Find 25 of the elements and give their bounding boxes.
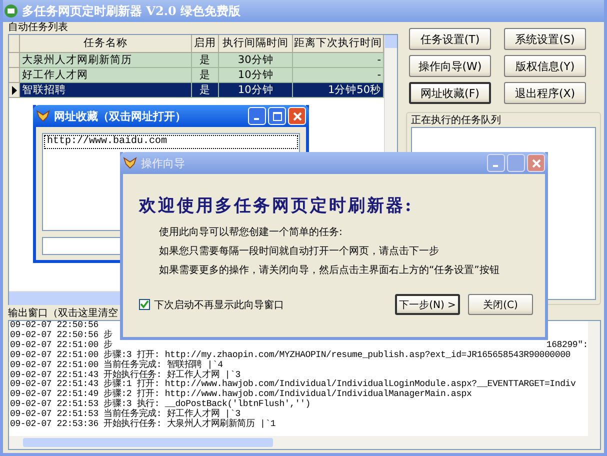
wizard-heading: 欢迎使用多任务网页定时刷新器:: [139, 195, 414, 217]
log-line: 09-02-07 22:51:00 步: [10, 340, 112, 350]
window-title: 多任务网页定时刷新器 V2.0 绿色免费版: [22, 2, 241, 20]
log-line: 09-02-07 22:51:53 当前任务完成: 好工作人才网 |`3: [10, 410, 240, 420]
log-line: 168299":: [546, 340, 588, 350]
log-line: 09-02-07 22:53:36 开始执行任务: 大泉州人才网刷新简历 |`1: [10, 420, 276, 430]
instruction-text: 使用此向导可以帮您创建一个简单的任务:: [159, 227, 344, 239]
log-line: 09-02-07 22:51:49 步骤:2 打开: http://www.hawjob.com/Individual/IndividualManagerMain.aspx: [10, 390, 472, 400]
window-title: 操作向导: [141, 156, 186, 170]
checkbox-label: 下次启动不再显示此向导窗口: [154, 298, 284, 312]
group-label: 自动任务列表: [8, 22, 69, 34]
log-line: 09-02-07 22:50:56 步: [10, 330, 112, 340]
log-line: 09-02-07 22:51:53 步骤:3 执行: __doPostBack('lbtnFlush',''): [10, 400, 310, 410]
window-title: 网址收藏（双击网址打开）: [54, 108, 187, 124]
log-line: 09-02-07 22:51:00 当前任务完成: 智联招聘 |`4: [10, 360, 223, 370]
instruction-text: 如果您只需要每隔一段时间就自动打开一个网页，请点击下一步: [159, 246, 440, 258]
instruction-text: 如果需要更多的操作，请关闭向导，然后点击主界面右上方的“任务设置”按钮: [159, 265, 500, 277]
log-line: 09-02-07 22:51:43 步骤:1 打开: http://www.hawjob.com/Individual/IndividualLoginModule.aspx?__EVENTTARGET=Indiv: [10, 380, 576, 390]
table-cell: 10分钟: [218, 83, 294, 98]
log-line: 09-02-07 22:50:56: [10, 321, 98, 331]
table-cell: 是: [192, 83, 219, 98]
log-line: 09-02-07 22:51:43 开始执行任务: 好工作人才网 |`3: [10, 370, 240, 380]
group-label: 正在执行的任务队列: [411, 115, 502, 127]
table-cell: 智联招聘: [20, 83, 192, 98]
log-line: 09-02-07 22:51:00 步骤:3 打开: http://my.zhaopin.com/MYZHAOPIN/resume_publish.asp?ext_id=JR165658543R90000000: [10, 350, 570, 360]
